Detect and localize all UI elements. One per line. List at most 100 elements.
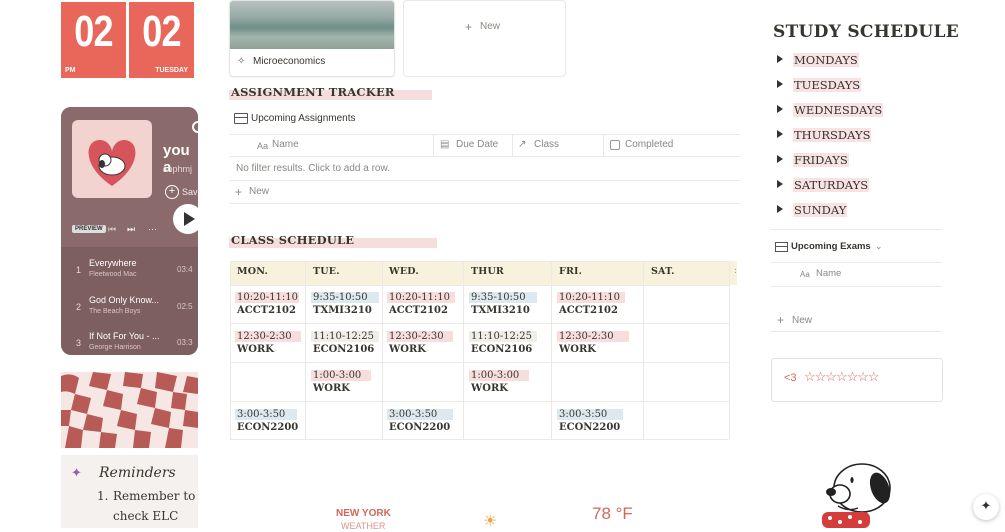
- toggle-fridays[interactable]: FRIDAYS: [777, 153, 849, 167]
- column-due-date[interactable]: Due Date: [456, 139, 498, 150]
- exams-view-tab[interactable]: Upcoming Exams: [791, 241, 871, 252]
- snoopy-illustration: [818, 458, 904, 528]
- new-card-button[interactable]: + New: [403, 0, 566, 77]
- new-row-button[interactable]: New: [249, 186, 269, 197]
- clock-hour-tile: 02 PM: [61, 2, 126, 78]
- class-time[interactable]: 11:10-12:25: [469, 331, 537, 342]
- study-schedule-heading: STUDY SCHEDULE: [773, 22, 960, 42]
- weather-city: NEW YORK: [336, 508, 391, 519]
- reminders-callout[interactable]: ✦ Reminders 1. Remember to check ELC: [61, 455, 198, 528]
- overflow-marker: :: [734, 266, 738, 276]
- assignment-view-tab[interactable]: Upcoming Assignments: [251, 113, 356, 124]
- class-time[interactable]: 10:20-11:10: [235, 292, 299, 303]
- save-label[interactable]: Sav: [182, 187, 198, 197]
- reminder-number: 1.: [97, 489, 109, 503]
- class-time[interactable]: 1:00-3:00: [469, 370, 529, 381]
- class-time[interactable]: 3:00-3:50: [557, 409, 623, 420]
- calendar-icon: ▤: [440, 139, 450, 150]
- column-name[interactable]: Name: [272, 139, 299, 150]
- class-time[interactable]: 1:00-3:00: [311, 370, 371, 381]
- player-header: you a sophmj + Sav PREVIEW ⏮ ⏭ ⋯: [61, 107, 198, 247]
- class-code[interactable]: ECON2106: [471, 344, 532, 355]
- class-time[interactable]: 3:00-3:50: [235, 409, 297, 420]
- reminder-text-line1[interactable]: Remember to: [113, 489, 195, 503]
- class-time[interactable]: 10:20-11:10: [387, 292, 455, 303]
- track-title: God Only Know...: [89, 295, 160, 305]
- prev-track-icon[interactable]: ⏮: [108, 224, 116, 235]
- class-code[interactable]: ACCT2102: [237, 305, 296, 316]
- class-code[interactable]: ACCT2102: [389, 305, 448, 316]
- class-time[interactable]: 3:00-3:50: [387, 409, 453, 420]
- reminders-title: Reminders: [99, 465, 176, 481]
- column-class[interactable]: Class: [534, 139, 559, 150]
- day-header-thur: THUR: [471, 266, 505, 277]
- toggle-arrow-icon[interactable]: [777, 155, 783, 163]
- class-time[interactable]: 11:10-12:25: [311, 331, 379, 342]
- toggle-arrow-icon[interactable]: [777, 130, 783, 138]
- assignment-tracker-heading: ASSIGNMENT TRACKER: [231, 85, 395, 99]
- toggle-arrow-icon[interactable]: [777, 55, 783, 63]
- class-time[interactable]: 9:35-10:50: [311, 292, 379, 303]
- class-code[interactable]: ECON2200: [237, 422, 298, 433]
- add-icon[interactable]: +: [165, 185, 179, 199]
- reminder-text-line2[interactable]: check ELC: [113, 509, 178, 523]
- toggle-mondays[interactable]: MONDAYS: [777, 53, 859, 67]
- gallery-card[interactable]: ✧ Microeconomics: [229, 0, 395, 77]
- class-time[interactable]: 9:35-10:50: [469, 292, 537, 303]
- ai-sparkle-button[interactable]: ✦: [973, 494, 999, 520]
- toggle-sunday[interactable]: SUNDAY: [777, 203, 848, 217]
- track-title: If Not For You - ...: [89, 331, 160, 341]
- music-player[interactable]: you a sophmj + Sav PREVIEW ⏮ ⏭ ⋯ 1 Every…: [61, 107, 198, 355]
- column-name[interactable]: Name: [816, 268, 841, 279]
- toggle-arrow-icon[interactable]: [777, 105, 783, 113]
- next-track-icon[interactable]: ⏭: [127, 224, 135, 235]
- sparkles-icon: ✧: [237, 56, 246, 67]
- checkered-image: [61, 372, 198, 448]
- class-code[interactable]: ECON2200: [559, 422, 620, 433]
- player-artist: sophmj: [163, 164, 193, 174]
- chevron-down-icon[interactable]: ⌄: [875, 241, 883, 252]
- day-label: FRIDAYS: [793, 153, 849, 167]
- track-row[interactable]: 1 Everywhere Fleetwood Mac 03:4: [61, 253, 198, 288]
- clock-minute-tile: 02 TUESDAY: [129, 2, 194, 78]
- heart-text: <3: [784, 372, 797, 384]
- more-icon[interactable]: ⋯: [148, 224, 157, 235]
- class-code[interactable]: ACCT2102: [559, 305, 618, 316]
- play-button[interactable]: [173, 204, 198, 234]
- track-number: 2: [76, 302, 82, 312]
- class-code[interactable]: ECON2200: [389, 422, 450, 433]
- class-code[interactable]: WORK: [389, 344, 426, 355]
- clock-minute: 02: [142, 7, 181, 56]
- class-code[interactable]: TXMI3210: [313, 305, 372, 316]
- class-code[interactable]: WORK: [313, 383, 350, 394]
- text-prop-icon: Aa: [800, 270, 810, 279]
- class-code[interactable]: WORK: [237, 344, 274, 355]
- track-row[interactable]: 2 God Only Know... The Beach Boys 02:5: [61, 290, 198, 325]
- day-header-sat: SAT.: [651, 266, 675, 277]
- empty-state-text[interactable]: No filter results. Click to add a row.: [236, 163, 390, 174]
- toggle-thursdays[interactable]: THURSDAYS: [777, 128, 872, 142]
- sparkle-icon: ✦: [71, 466, 82, 481]
- clock-hour: 02: [74, 7, 113, 56]
- toggle-wednesdays[interactable]: WEDNESDAYS: [777, 103, 884, 117]
- day-label: WEDNESDAYS: [793, 103, 884, 117]
- relation-arrow-icon: ↗: [518, 139, 527, 150]
- track-row[interactable]: 3 If Not For You - ... George Harrison 0…: [61, 326, 198, 355]
- class-code[interactable]: TXMI3210: [471, 305, 530, 316]
- class-code[interactable]: ECON2106: [313, 344, 374, 355]
- plus-icon: +: [777, 313, 785, 327]
- class-time[interactable]: 12:30-2:30: [235, 331, 301, 342]
- toggle-arrow-icon[interactable]: [777, 180, 783, 188]
- class-time[interactable]: 10:20-11:10: [557, 292, 625, 303]
- toggle-saturdays[interactable]: SATURDAYS: [777, 178, 870, 192]
- toggle-arrow-icon[interactable]: [777, 80, 783, 88]
- toggle-arrow-icon[interactable]: [777, 205, 783, 213]
- toggle-tuesdays[interactable]: TUESDAYS: [777, 78, 862, 92]
- column-completed[interactable]: Completed: [625, 139, 673, 150]
- new-exam-button[interactable]: New: [792, 315, 812, 326]
- class-time[interactable]: 12:30-2:30: [557, 331, 629, 342]
- rating-callout[interactable]: <3 ☆☆☆☆☆☆☆: [771, 358, 943, 402]
- class-code[interactable]: WORK: [471, 383, 508, 394]
- class-time[interactable]: 12:30-2:30: [387, 331, 453, 342]
- class-code[interactable]: WORK: [559, 344, 596, 355]
